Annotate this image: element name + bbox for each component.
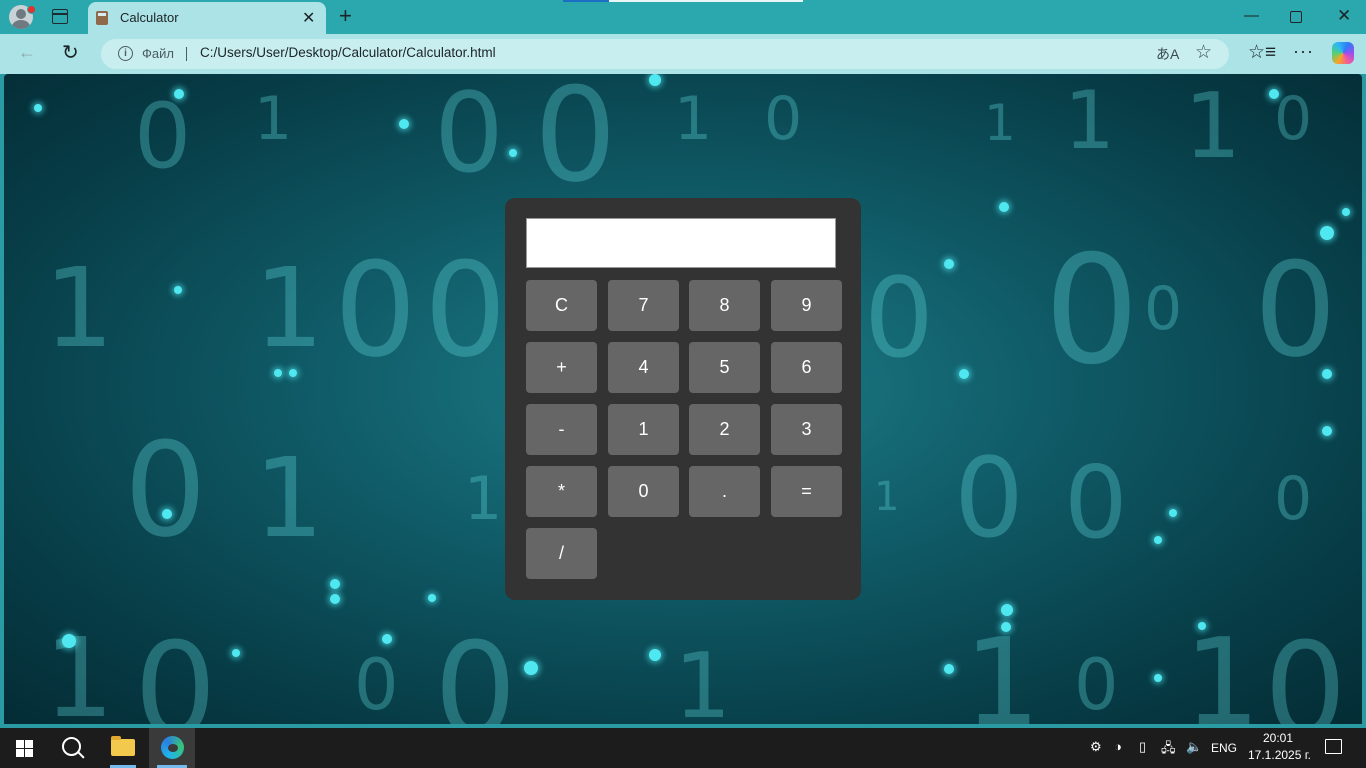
search-icon[interactable] bbox=[62, 737, 81, 756]
read-aloud-icon[interactable]: あA bbox=[1156, 44, 1179, 64]
key-9[interactable]: 9 bbox=[771, 280, 842, 331]
profile-notification-badge bbox=[27, 5, 36, 14]
new-tab-button[interactable]: + bbox=[339, 3, 352, 29]
browser-tab-strip: Calculator ✕ + — ✕ bbox=[0, 0, 1366, 34]
tray-app-icon[interactable]: ⚙ bbox=[1090, 739, 1102, 755]
key-1[interactable]: 1 bbox=[608, 404, 679, 455]
key-0[interactable]: 0 bbox=[608, 466, 679, 517]
volume-icon[interactable]: 🔈 bbox=[1186, 739, 1202, 755]
restore-window-button[interactable] bbox=[1290, 11, 1302, 23]
windows-start-icon[interactable] bbox=[16, 740, 33, 757]
more-options-icon[interactable]: ··· bbox=[1293, 41, 1314, 62]
calculator-display[interactable] bbox=[526, 218, 836, 268]
usb-device-icon[interactable]: ▯ bbox=[1139, 739, 1146, 755]
key-7[interactable]: 7 bbox=[608, 280, 679, 331]
tray-sync-icon[interactable]: ◑ bbox=[1114, 739, 1122, 754]
edge-browser-icon[interactable] bbox=[149, 728, 195, 768]
key-5[interactable]: 5 bbox=[689, 342, 760, 393]
site-info-icon[interactable]: i bbox=[118, 46, 133, 61]
key-minus[interactable]: - bbox=[526, 404, 597, 455]
copilot-icon[interactable] bbox=[1332, 42, 1354, 64]
key-4[interactable]: 4 bbox=[608, 342, 679, 393]
tab-calculator[interactable]: Calculator ✕ bbox=[88, 2, 326, 34]
close-window-button[interactable]: ✕ bbox=[1337, 6, 1351, 26]
reload-icon[interactable]: ↻ bbox=[62, 40, 79, 65]
clock-date[interactable]: 17.1.2025 г. bbox=[1248, 748, 1311, 762]
minimize-window-button[interactable]: — bbox=[1244, 7, 1259, 24]
loading-progress-bar bbox=[563, 0, 803, 2]
key-equals[interactable]: = bbox=[771, 466, 842, 517]
address-separator bbox=[186, 47, 187, 61]
favorites-icon[interactable]: ☆≡ bbox=[1248, 41, 1276, 64]
key-2[interactable]: 2 bbox=[689, 404, 760, 455]
input-language[interactable]: ENG bbox=[1211, 741, 1237, 755]
key-6[interactable]: 6 bbox=[771, 342, 842, 393]
network-icon[interactable]: 🖧 bbox=[1161, 739, 1176, 761]
key-8[interactable]: 8 bbox=[689, 280, 760, 331]
key-clear[interactable]: C bbox=[526, 280, 597, 331]
key-decimal[interactable]: . bbox=[689, 466, 760, 517]
file-explorer-icon[interactable] bbox=[104, 728, 142, 768]
close-tab-icon[interactable]: ✕ bbox=[302, 8, 315, 28]
key-3[interactable]: 3 bbox=[771, 404, 842, 455]
taskbar: ⚙ ◑ ▯ 🖧 🔈 ENG 20:01 17.1.2025 г. bbox=[0, 728, 1366, 768]
key-plus[interactable]: + bbox=[526, 342, 597, 393]
url-scheme-label: Файл bbox=[142, 46, 174, 61]
tab-actions-icon[interactable] bbox=[52, 9, 68, 24]
tab-title: Calculator bbox=[120, 10, 179, 25]
calculator-favicon-icon bbox=[96, 11, 108, 25]
key-divide[interactable]: / bbox=[526, 528, 597, 579]
calculator: C 7 8 9 + 4 5 6 - 1 2 3 * 0 . = / bbox=[505, 198, 861, 600]
url-text[interactable]: C:/Users/User/Desktop/Calculator/Calcula… bbox=[200, 45, 496, 60]
address-bar[interactable]: i Файл C:/Users/User/Desktop/Calculator/… bbox=[101, 39, 1229, 69]
address-toolbar: ← ↻ i Файл C:/Users/User/Desktop/Calcula… bbox=[0, 34, 1366, 74]
page-viewport: 0 1 0 0 1 0 1 1 1 0 1 1 0 0 0 0 0 0 0 1 … bbox=[4, 74, 1362, 724]
key-multiply[interactable]: * bbox=[526, 466, 597, 517]
back-arrow-icon[interactable]: ← bbox=[18, 42, 36, 63]
clock-time[interactable]: 20:01 bbox=[1262, 731, 1294, 745]
add-favorite-star-icon[interactable]: ☆ bbox=[1195, 41, 1212, 64]
notification-center-icon[interactable] bbox=[1325, 739, 1342, 754]
